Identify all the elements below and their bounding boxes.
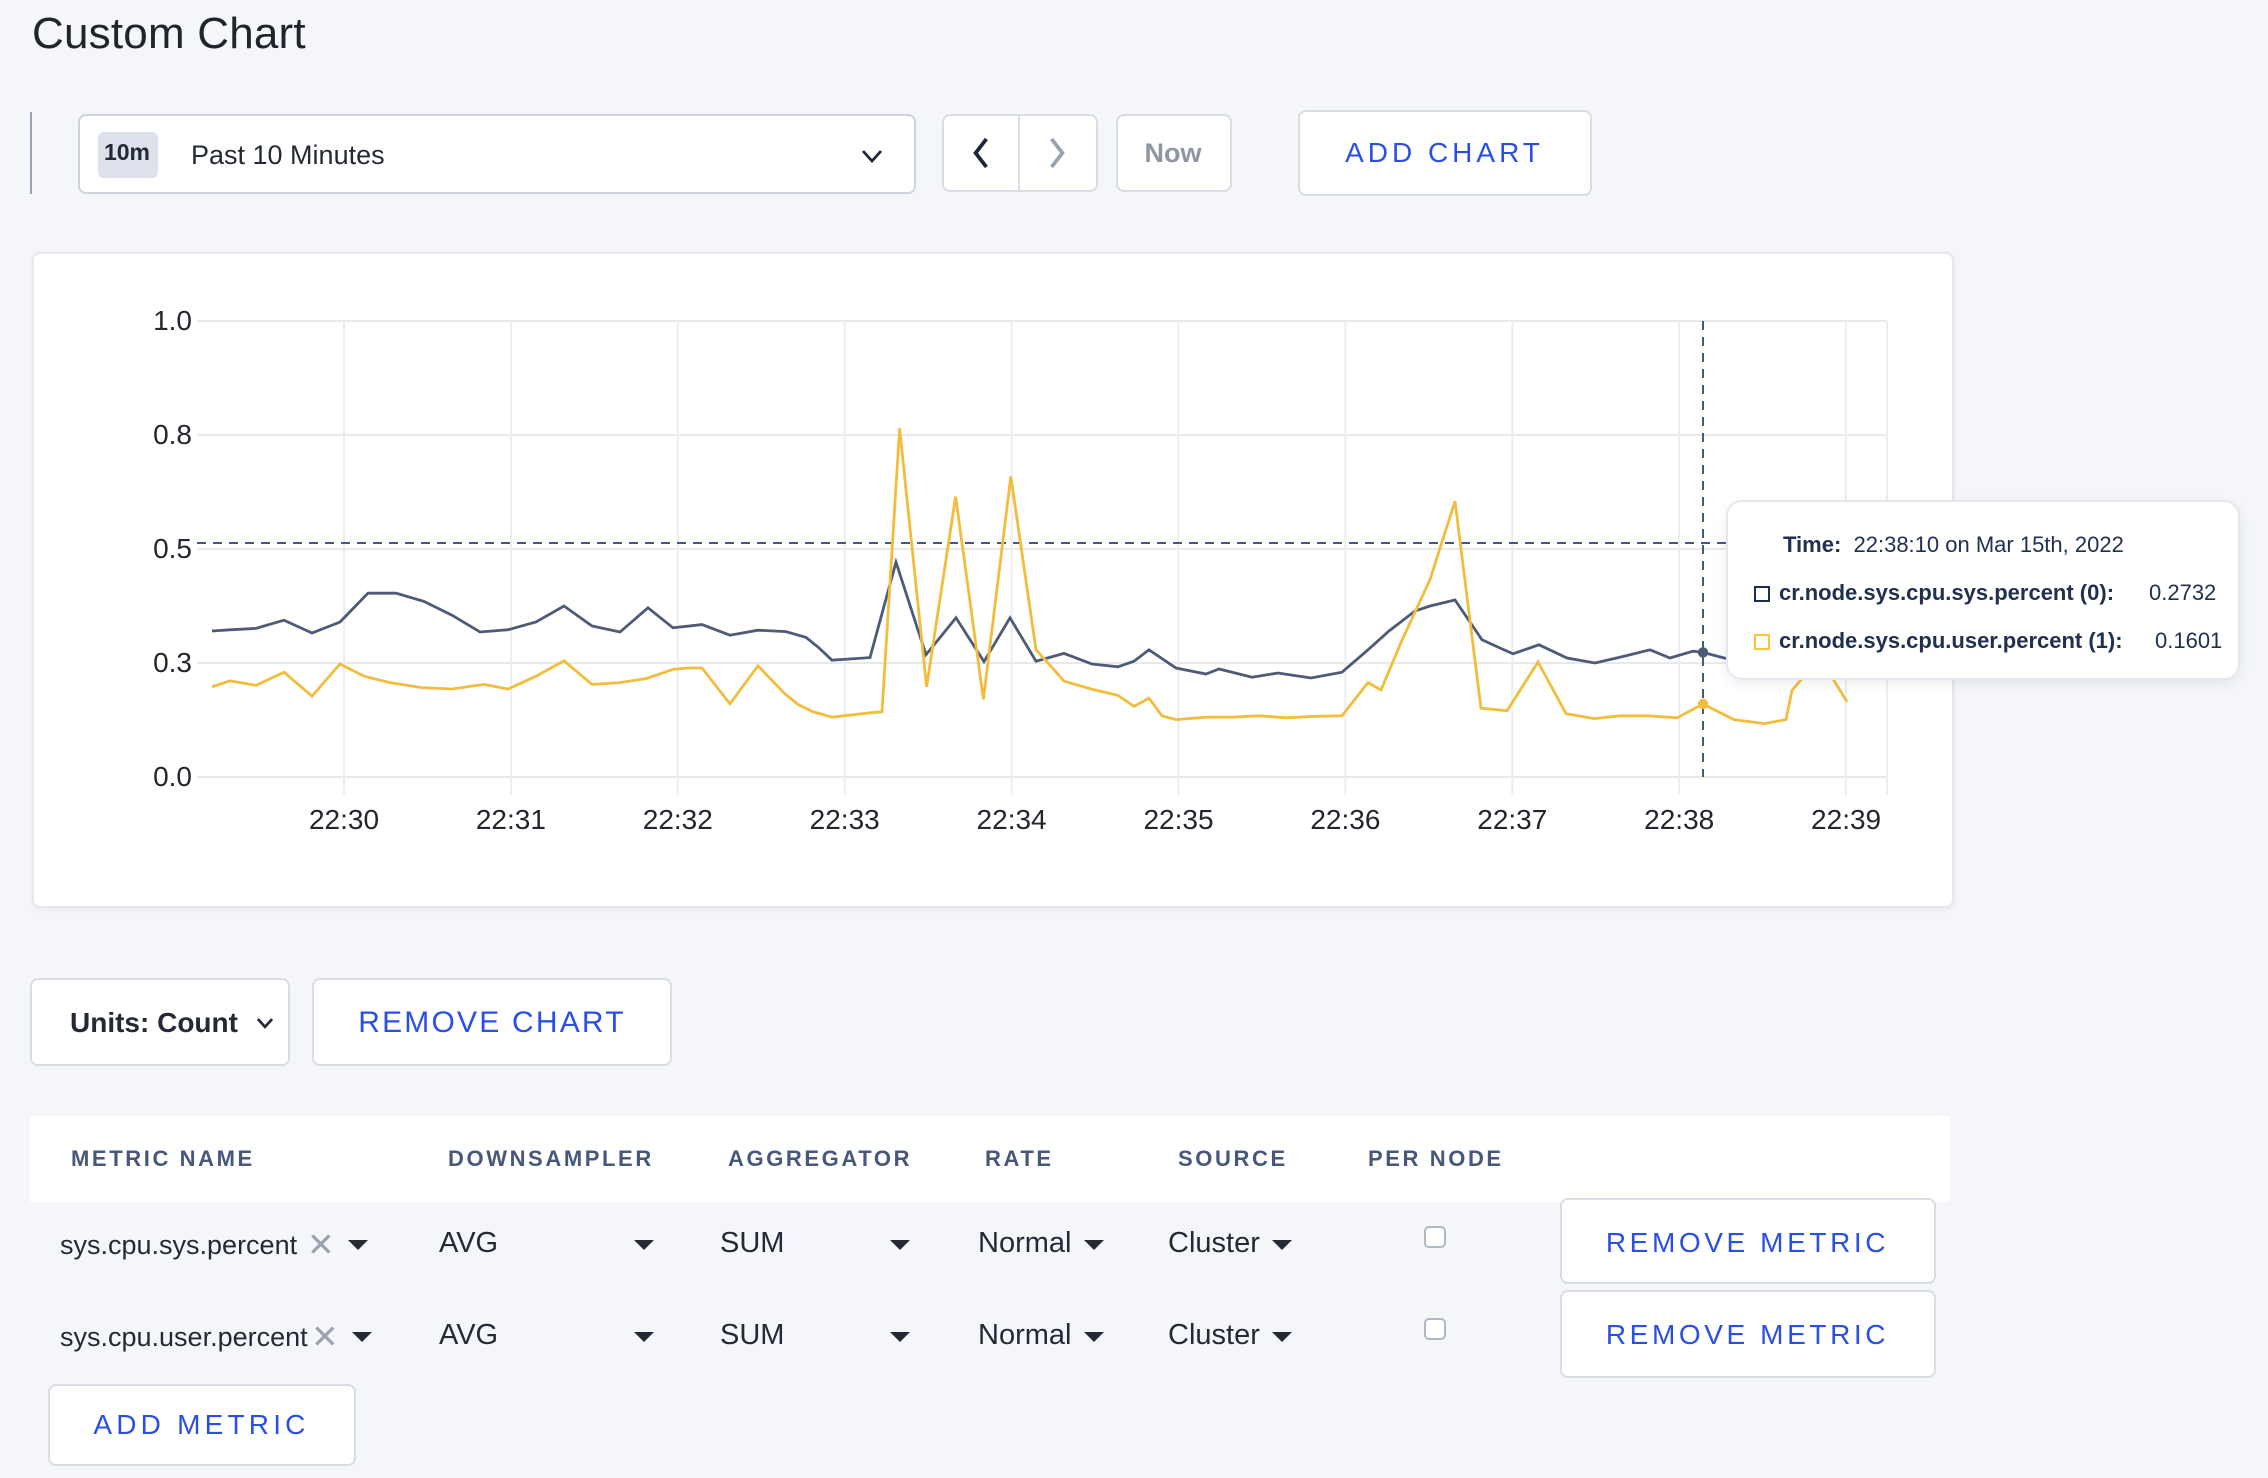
svg-text:22:30: 22:30	[309, 804, 379, 835]
svg-text:0.8: 0.8	[153, 419, 192, 450]
svg-text:22:36: 22:36	[1310, 804, 1380, 835]
svg-text:0.5: 0.5	[153, 533, 192, 564]
svg-text:22:31: 22:31	[476, 804, 546, 835]
svg-text:22:37: 22:37	[1477, 804, 1547, 835]
svg-text:22:34: 22:34	[977, 804, 1047, 835]
svg-text:0.3: 0.3	[153, 647, 192, 678]
svg-text:1.0: 1.0	[153, 305, 192, 336]
svg-text:22:38: 22:38	[1644, 804, 1714, 835]
svg-text:22:32: 22:32	[643, 804, 713, 835]
svg-text:22:35: 22:35	[1143, 804, 1213, 835]
svg-text:22:33: 22:33	[810, 804, 880, 835]
svg-text:22:39: 22:39	[1811, 804, 1881, 835]
svg-text:0.0: 0.0	[153, 761, 192, 792]
